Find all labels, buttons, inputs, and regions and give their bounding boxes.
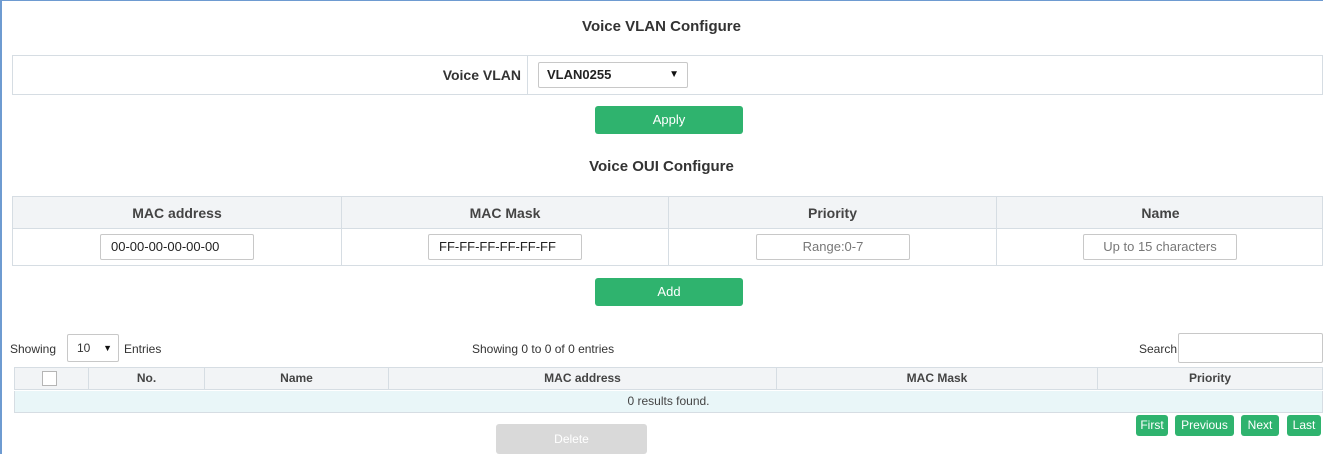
voice-vlan-selected-value: VLAN0255 bbox=[547, 67, 612, 82]
voice-vlan-select[interactable]: VLAN0255 ▼ bbox=[538, 62, 688, 88]
list-table-header: No. Name MAC address MAC Mask Priority bbox=[14, 367, 1323, 390]
list-col-select bbox=[15, 368, 89, 389]
oui-col-priority: Priority bbox=[669, 197, 997, 229]
oui-cell-mac-address: 00-00-00-00-00-00 bbox=[13, 229, 342, 265]
voice-vlan-label: Voice VLAN bbox=[423, 56, 528, 94]
delete-button[interactable]: Delete bbox=[496, 424, 647, 454]
voice-vlan-title: Voice VLAN Configure bbox=[582, 18, 741, 35]
list-col-priority: Priority bbox=[1188, 371, 1231, 385]
search-input[interactable] bbox=[1178, 333, 1323, 363]
apply-button[interactable]: Apply bbox=[595, 106, 743, 134]
chevron-down-icon: ▼ bbox=[669, 69, 679, 80]
first-page-button[interactable]: First bbox=[1136, 415, 1168, 436]
list-col-name: Name bbox=[205, 368, 389, 389]
list-col-mac-mask: MAC Mask bbox=[777, 368, 1098, 389]
list-col-mac-address: MAC address bbox=[389, 368, 777, 389]
oui-col-mac-address: MAC address bbox=[13, 197, 342, 229]
voice-vlan-row: Voice VLAN VLAN0255 ▼ bbox=[12, 55, 1323, 95]
last-page-button[interactable]: Last bbox=[1287, 415, 1321, 436]
name-input[interactable]: Up to 15 characters bbox=[1083, 234, 1237, 260]
mac-mask-input[interactable]: FF-FF-FF-FF-FF-FF bbox=[428, 234, 582, 260]
voice-oui-title: Voice OUI Configure bbox=[589, 158, 734, 175]
oui-col-name: Name bbox=[1141, 205, 1180, 221]
entries-label: Entries bbox=[124, 342, 162, 356]
oui-config-table: MAC address MAC Mask Priority Name 00-00… bbox=[12, 196, 1323, 266]
priority-input[interactable]: Range:0-7 bbox=[756, 234, 910, 260]
oui-cell-name: Up to 15 characters bbox=[997, 229, 1323, 265]
oui-cell-mac-mask: FF-FF-FF-FF-FF-FF bbox=[342, 229, 669, 265]
showing-label: Showing bbox=[10, 342, 57, 356]
select-all-checkbox[interactable] bbox=[42, 371, 57, 386]
list-col-no: No. bbox=[89, 368, 205, 389]
empty-results-row: 0 results found. bbox=[14, 391, 1323, 413]
entries-select[interactable]: 10 ▼ bbox=[67, 334, 119, 362]
entries-selected-value: 10 bbox=[77, 341, 91, 355]
add-button[interactable]: Add bbox=[595, 278, 743, 306]
oui-config-header: MAC address MAC Mask Priority Name bbox=[13, 197, 1322, 229]
previous-page-button[interactable]: Previous bbox=[1175, 415, 1234, 436]
search-label: Search bbox=[1139, 342, 1178, 356]
oui-cell-priority: Range:0-7 bbox=[669, 229, 997, 265]
entries-summary: Showing 0 to 0 of 0 entries bbox=[472, 342, 615, 356]
chevron-down-icon: ▼ bbox=[103, 343, 112, 353]
oui-col-mac-mask: MAC Mask bbox=[342, 197, 669, 229]
next-page-button[interactable]: Next bbox=[1241, 415, 1279, 436]
mac-address-input[interactable]: 00-00-00-00-00-00 bbox=[100, 234, 254, 260]
